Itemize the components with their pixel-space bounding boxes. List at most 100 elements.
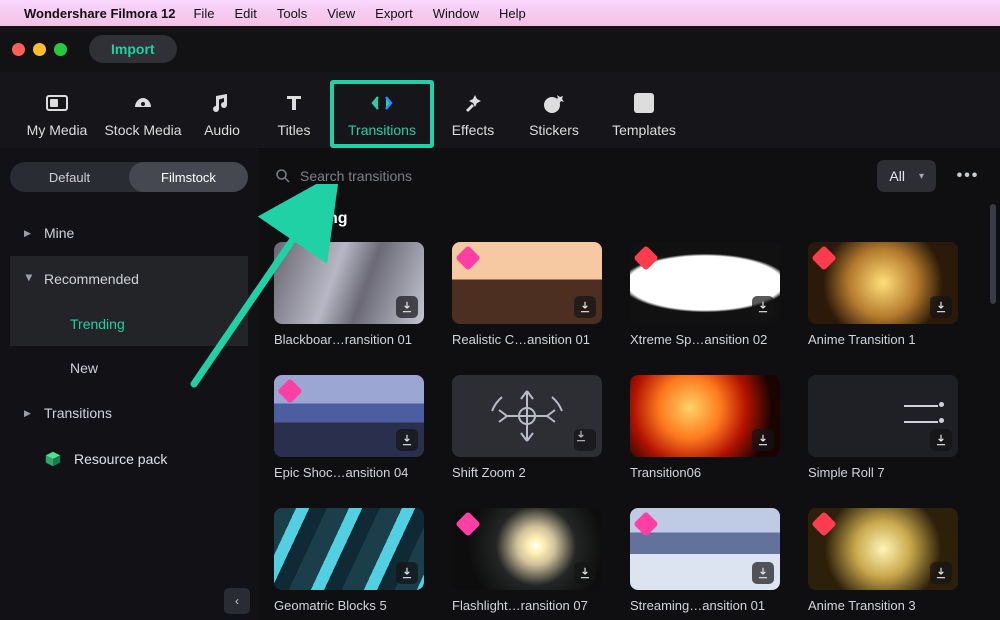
download-icon[interactable] bbox=[574, 562, 596, 584]
nav-transitions[interactable]: Transitions bbox=[330, 80, 434, 148]
thumbnail[interactable] bbox=[274, 375, 424, 457]
tree-label: New bbox=[70, 360, 98, 376]
transition-card[interactable]: Anime Transition 3 bbox=[808, 508, 958, 613]
import-button[interactable]: Import bbox=[89, 35, 177, 63]
transition-card[interactable]: Streaming…ansition 01 bbox=[630, 508, 780, 613]
menu-help[interactable]: Help bbox=[499, 6, 526, 21]
nav-label: My Media bbox=[27, 122, 88, 138]
download-icon[interactable] bbox=[752, 562, 774, 584]
thumbnail[interactable] bbox=[630, 508, 780, 590]
premium-badge-icon bbox=[633, 511, 658, 536]
tree-new[interactable]: New bbox=[10, 346, 248, 390]
download-icon[interactable] bbox=[574, 429, 596, 451]
transition-card[interactable]: Xtreme Sp…ansition 02 bbox=[630, 242, 780, 347]
chevron-right-icon: ▶ bbox=[24, 228, 34, 239]
transition-card[interactable]: Epic Shoc…ansition 04 bbox=[274, 375, 424, 480]
collapse-sidebar-button[interactable]: ‹ bbox=[224, 588, 250, 614]
card-caption: Blackboar…ransition 01 bbox=[274, 332, 424, 347]
download-icon[interactable] bbox=[574, 296, 596, 318]
transition-card[interactable]: Flashlight…ransition 07 bbox=[452, 508, 602, 613]
transition-card[interactable]: Simple Roll 7 bbox=[808, 375, 958, 480]
chevron-down-icon: ▶ bbox=[24, 274, 35, 284]
menu-tools[interactable]: Tools bbox=[277, 6, 307, 21]
menu-view[interactable]: View bbox=[327, 6, 355, 21]
download-icon[interactable] bbox=[752, 296, 774, 318]
content-pane: Search transitions All▾ ••• Trending Bla… bbox=[258, 148, 1000, 620]
transition-card[interactable]: Anime Transition 1 bbox=[808, 242, 958, 347]
segment-control[interactable]: Default Filmstock bbox=[10, 162, 248, 192]
nav-label: Titles bbox=[278, 122, 311, 138]
titlebar: Import bbox=[0, 26, 1000, 72]
download-icon[interactable] bbox=[930, 429, 952, 451]
tree-label: Recommended bbox=[44, 271, 139, 287]
nav-my-media[interactable]: My Media bbox=[14, 80, 100, 148]
tree-trending[interactable]: Trending bbox=[10, 302, 248, 346]
thumbnail[interactable] bbox=[274, 242, 424, 324]
templates-icon bbox=[630, 90, 658, 116]
thumbnail[interactable] bbox=[630, 242, 780, 324]
nav-stock-media[interactable]: Stock Media bbox=[100, 80, 186, 148]
nav-effects[interactable]: Effects bbox=[434, 80, 512, 148]
thumbnail[interactable] bbox=[452, 242, 602, 324]
segment-filmstock[interactable]: Filmstock bbox=[129, 162, 248, 192]
download-icon[interactable] bbox=[930, 562, 952, 584]
tree-mine[interactable]: ▶ Mine bbox=[10, 210, 248, 256]
nav-titles[interactable]: Titles bbox=[258, 80, 330, 148]
thumbnail[interactable] bbox=[808, 508, 958, 590]
nav-label: Transitions bbox=[348, 122, 416, 138]
transition-card[interactable]: Transition06 bbox=[630, 375, 780, 480]
nav-label: Stickers bbox=[529, 122, 579, 138]
download-icon[interactable] bbox=[930, 296, 952, 318]
menu-export[interactable]: Export bbox=[375, 6, 413, 21]
card-caption: Transition06 bbox=[630, 465, 780, 480]
thumbnail[interactable] bbox=[808, 242, 958, 324]
filter-dropdown[interactable]: All▾ bbox=[877, 160, 936, 192]
menu-file[interactable]: File bbox=[193, 6, 214, 21]
premium-badge-icon bbox=[455, 511, 480, 536]
menu-edit[interactable]: Edit bbox=[234, 6, 256, 21]
tree-resource-pack[interactable]: Resource pack bbox=[10, 436, 248, 482]
download-icon[interactable] bbox=[396, 296, 418, 318]
segment-default[interactable]: Default bbox=[10, 162, 129, 192]
window-controls bbox=[12, 43, 67, 56]
download-icon[interactable] bbox=[752, 429, 774, 451]
nav-audio[interactable]: Audio bbox=[186, 80, 258, 148]
tree-transitions[interactable]: ▶ Transitions bbox=[10, 390, 248, 436]
nav-stickers[interactable]: Stickers bbox=[512, 80, 596, 148]
menu-window[interactable]: Window bbox=[433, 6, 479, 21]
thumbnail[interactable] bbox=[808, 375, 958, 457]
titles-icon bbox=[280, 90, 308, 116]
close-window-icon[interactable] bbox=[12, 43, 25, 56]
search-icon bbox=[274, 167, 292, 185]
tree-label: Transitions bbox=[44, 405, 112, 421]
premium-badge-icon bbox=[455, 245, 480, 270]
download-icon[interactable] bbox=[396, 429, 418, 451]
more-button[interactable]: ••• bbox=[952, 160, 984, 192]
thumbnail[interactable] bbox=[452, 375, 602, 457]
tree-label: Mine bbox=[44, 225, 74, 241]
scrollbar[interactable] bbox=[990, 204, 996, 304]
card-caption: Xtreme Sp…ansition 02 bbox=[630, 332, 780, 347]
nav-label: Stock Media bbox=[104, 122, 181, 138]
chevron-right-icon: ▶ bbox=[24, 408, 34, 419]
card-caption: Simple Roll 7 bbox=[808, 465, 958, 480]
download-icon[interactable] bbox=[396, 562, 418, 584]
premium-badge-icon bbox=[633, 245, 658, 270]
transition-card[interactable]: Blackboar…ransition 01 bbox=[274, 242, 424, 347]
search-input[interactable]: Search transitions bbox=[274, 167, 412, 185]
card-caption: Flashlight…ransition 07 bbox=[452, 598, 602, 613]
maximize-window-icon[interactable] bbox=[54, 43, 67, 56]
audio-icon bbox=[208, 90, 236, 116]
transition-card[interactable]: Realistic C…ansition 01 bbox=[452, 242, 602, 347]
transition-card[interactable]: Shift Zoom 2 bbox=[452, 375, 602, 480]
nav-templates[interactable]: Templates bbox=[596, 80, 692, 148]
stock-media-icon bbox=[129, 90, 157, 116]
filter-label: All bbox=[889, 168, 905, 184]
tree-recommended[interactable]: ▶ Recommended bbox=[10, 256, 248, 302]
thumbnail[interactable] bbox=[630, 375, 780, 457]
transition-card[interactable]: Geomatric Blocks 5 bbox=[274, 508, 424, 613]
section-title: Trending bbox=[280, 210, 984, 228]
thumbnail[interactable] bbox=[274, 508, 424, 590]
minimize-window-icon[interactable] bbox=[33, 43, 46, 56]
thumbnail[interactable] bbox=[452, 508, 602, 590]
